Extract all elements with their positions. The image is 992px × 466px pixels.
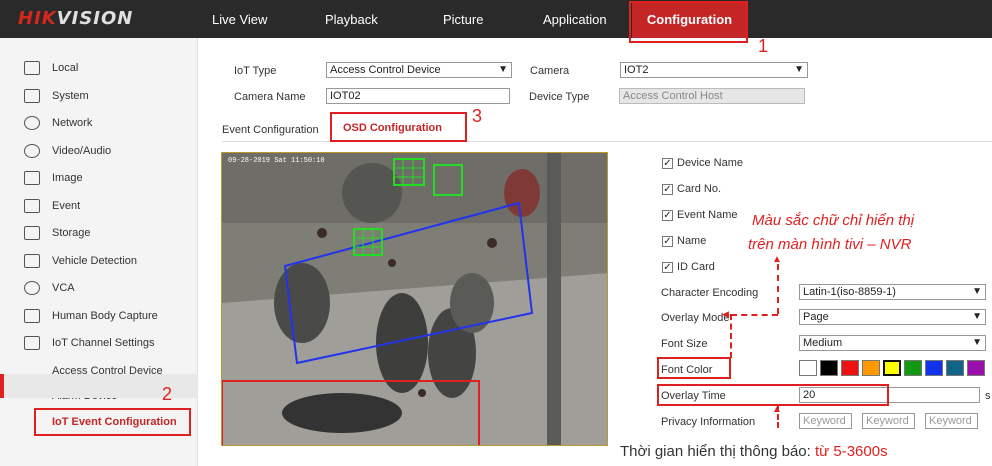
nav-application[interactable]: Application (543, 12, 607, 27)
human-body-icon (24, 309, 40, 323)
video-timestamp: 09-28-2019 Sat 11:50:10 (228, 157, 325, 165)
character-encoding-select[interactable]: Latin-1(iso-8859-1) ▼ (799, 284, 986, 300)
sidebar-item-storage[interactable]: Storage (0, 223, 198, 245)
step-1-label: 1 (758, 36, 769, 56)
overlay-mode-select[interactable]: Page ▼ (799, 309, 986, 325)
device-type-label: Device Type (529, 91, 590, 103)
font-color-swatch-yellow[interactable] (883, 360, 901, 376)
font-color-note-line-1: Màu sắc chữ chỉ hiển thị (752, 212, 915, 229)
character-encoding-label: Character Encoding (661, 287, 759, 299)
sidebar-item-video-audio[interactable]: Video/Audio (0, 141, 198, 163)
calendar-icon (24, 199, 40, 213)
vehicle-icon (24, 254, 40, 268)
highlight-box-configuration (629, 1, 748, 43)
hikvision-logo: HIKVISION (18, 8, 134, 29)
connector-dashed-horizontal (731, 314, 778, 316)
chevron-down-icon: ▼ (498, 64, 508, 75)
device-type-input: Access Control Host (619, 88, 805, 104)
video-audio-icon (24, 144, 40, 158)
checkbox-event-name[interactable]: ✓ (662, 210, 673, 221)
font-color-swatch-teal[interactable] (946, 360, 964, 376)
tab-event-configuration[interactable]: Event Configuration (222, 124, 319, 136)
storage-icon (24, 226, 40, 240)
monitor-icon (24, 61, 40, 75)
font-size-label: Font Size (661, 338, 708, 350)
camera-name-label: Camera Name (234, 91, 306, 103)
chevron-down-icon: ▼ (972, 311, 982, 322)
highlight-box-font-color (657, 357, 731, 379)
step-3-label: 3 (472, 106, 483, 126)
nav-live-view[interactable]: Live View (212, 12, 267, 27)
sidebar-item-local[interactable]: Local (0, 58, 198, 80)
highlight-box-overlay-time (657, 384, 889, 406)
font-color-swatch-red[interactable] (841, 360, 859, 376)
connector-dashed-to-font-color (730, 314, 732, 358)
privacy-keyword-input-1[interactable]: Keyword (799, 413, 852, 429)
iot-type-label: IoT Type (234, 65, 277, 77)
sidebar-item-event[interactable]: Event (0, 196, 198, 218)
chevron-down-icon: ▼ (972, 337, 982, 348)
note-arrow-up-icon-2: ▲ (772, 404, 782, 415)
image-icon (24, 171, 40, 185)
step-2-label: 2 (162, 384, 173, 404)
sidebar-item-human-body-capture[interactable]: Human Body Capture (0, 306, 198, 328)
vca-icon (24, 281, 40, 295)
overlay-mode-label: Overlay Mode (661, 312, 730, 324)
top-nav-bar: HIKVISION Live View Playback Picture App… (0, 0, 992, 38)
highlight-box-iot-event-configuration (34, 408, 191, 436)
font-color-swatch-orange[interactable] (862, 360, 880, 376)
sidebar-item-system[interactable]: System (0, 86, 198, 108)
privacy-information-label: Privacy Information (661, 416, 756, 428)
connector-dashed-vertical (777, 264, 779, 314)
sidebar-item-iot-channel-settings[interactable]: IoT Channel Settings (0, 333, 198, 355)
checkbox-label-card-no: Card No. (677, 183, 722, 195)
font-color-swatch-purple[interactable] (967, 360, 985, 376)
camera-select[interactable]: IOT2 ▼ (620, 62, 808, 78)
system-icon (24, 89, 40, 103)
video-preview[interactable]: 09-28-2019 Sat 11:50:10 (221, 152, 608, 446)
checkbox-label-name: Name (677, 235, 707, 247)
sidebar-item-network[interactable]: Network (0, 113, 198, 135)
globe-icon (24, 116, 40, 130)
sidebar-item-vehicle-detection[interactable]: Vehicle Detection (0, 251, 198, 273)
nav-playback[interactable]: Playback (325, 12, 378, 27)
font-color-swatch-white[interactable] (799, 360, 817, 376)
camera-label: Camera (530, 65, 570, 77)
iot-icon (24, 336, 40, 350)
highlight-box-osd-configuration (330, 112, 467, 142)
sidebar-item-image[interactable]: Image (0, 168, 198, 190)
checkbox-card-no[interactable]: ✓ (662, 184, 673, 195)
overlay-time-note: Thời gian hiển thị thông báo: từ 5-3600s (620, 443, 888, 460)
checkbox-label-event-name: Event Name (677, 209, 738, 221)
camera-name-input[interactable]: IOT02 (326, 88, 510, 104)
checkbox-id-card[interactable]: ✓ (662, 262, 673, 273)
checkbox-label-device-name: Device Name (677, 157, 744, 169)
font-size-select[interactable]: Medium ▼ (799, 335, 986, 351)
checkbox-label-id-card: ID Card (677, 261, 715, 273)
camera-frame (222, 153, 607, 445)
chevron-down-icon: ▼ (972, 286, 982, 297)
checkbox-device-name[interactable]: ✓ (662, 158, 673, 169)
chevron-down-icon: ▼ (794, 64, 804, 75)
font-color-swatch-green[interactable] (904, 360, 922, 376)
iot-type-select[interactable]: Access Control Device ▼ (326, 62, 512, 78)
sidebar-item-vca[interactable]: VCA (0, 278, 198, 300)
sidebar-active-indicator (0, 374, 4, 398)
privacy-keyword-input-3[interactable]: Keyword (925, 413, 978, 429)
font-color-swatch-blue[interactable] (925, 360, 943, 376)
overlay-time-unit: s (985, 390, 991, 402)
checkbox-name[interactable]: ✓ (662, 236, 673, 247)
font-color-note-line-2: trên màn hình tivi – NVR (748, 236, 912, 253)
nav-picture[interactable]: Picture (443, 12, 483, 27)
font-color-swatch-black[interactable] (820, 360, 838, 376)
privacy-keyword-input-2[interactable]: Keyword (862, 413, 915, 429)
note-arrow-left-icon: ◀ (722, 309, 729, 319)
